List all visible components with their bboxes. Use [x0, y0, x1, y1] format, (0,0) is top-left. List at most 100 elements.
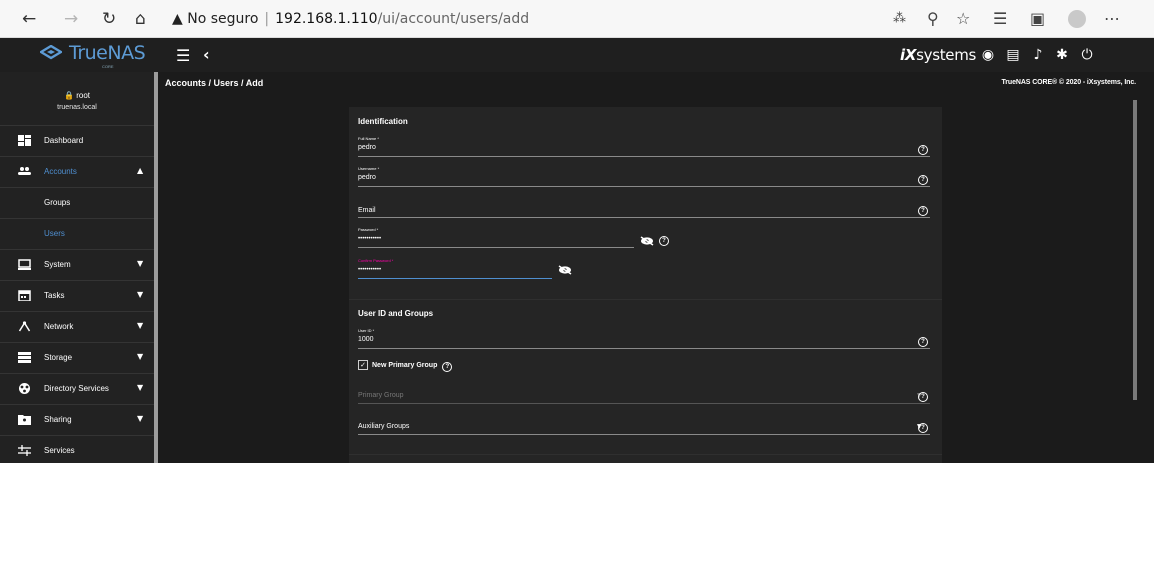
sidebar-item-network[interactable]: Network ▼ [0, 311, 154, 342]
sidebar: 🔒 root truenas.local Dashboard Accounts … [0, 72, 154, 463]
home-icon[interactable]: ⌂ [135, 9, 146, 29]
identification-title: Identification [358, 117, 408, 126]
password-label: Password * [358, 227, 379, 232]
user-name-row: 🔒 root [0, 91, 154, 100]
lock-icon: 🔒 [64, 91, 74, 100]
full-name-field[interactable]: Full Name * pedro [358, 132, 930, 157]
truecommand-icon[interactable]: ◉ [979, 46, 997, 64]
new-primary-group-label: New Primary Group [372, 362, 438, 369]
copyright: TrueNAS CORE® © 2020 - iXsystems, Inc. [1001, 79, 1136, 86]
profile-avatar[interactable] [1068, 10, 1086, 28]
help-icon[interactable]: ? [918, 175, 928, 185]
auxiliary-groups-select[interactable]: Auxiliary Groups ▼ [358, 410, 930, 435]
help-icon[interactable]: ? [918, 423, 928, 433]
sidebar-item-users[interactable]: Users [0, 218, 154, 249]
warning-icon: ▲ [172, 11, 183, 27]
user-form-card: Identification Full Name * pedro ? Usern… [349, 107, 942, 463]
eye-off-icon[interactable] [640, 236, 654, 246]
sidebar-item-label: Dashboard [44, 136, 84, 145]
directory-icon [19, 383, 30, 394]
app-frame: ← → ↻ ⌂ ▲ No seguro | 192.168.1.110/ui/acc… [0, 0, 1154, 463]
full-name-value: pedro [358, 144, 376, 151]
user-id-field[interactable]: User ID * 1000 [358, 324, 930, 349]
logo-subtext: CORE [102, 64, 114, 69]
help-icon[interactable]: ? [918, 206, 928, 216]
sidebar-item-dashboard[interactable]: Dashboard [0, 125, 154, 156]
dashboard-icon [18, 135, 31, 146]
sidebar-item-label: Groups [44, 198, 71, 207]
sidebar-item-accounts[interactable]: Accounts ▲ [0, 156, 154, 187]
address-bar[interactable]: ▲ No seguro | 192.168.1.110/ui/account/use… [172, 9, 529, 29]
sidebar-item-sharing[interactable]: Sharing ▼ [0, 404, 154, 435]
content-scrollbar[interactable] [1133, 100, 1137, 400]
sidebar-item-label: Network [44, 322, 74, 331]
confirm-password-value: ••••••••••• [358, 267, 382, 273]
computer-icon [18, 259, 31, 270]
chevron-down-icon: ▼ [137, 321, 144, 330]
check-icon[interactable]: ✓ [358, 360, 368, 370]
calendar-icon [18, 290, 31, 301]
sidebar-item-label: Storage [44, 353, 73, 362]
collections-icon[interactable]: ▣ [1030, 9, 1045, 29]
menu-toggle-icon[interactable]: ☰ [176, 46, 190, 65]
password-field[interactable]: Password * ••••••••••• [358, 223, 634, 248]
eye-off-icon[interactable] [558, 265, 572, 275]
confirm-password-field[interactable]: Confirm Password * ••••••••••• [358, 254, 552, 279]
truenas-logo[interactable]: TrueNAS CORE [40, 42, 160, 69]
alerts-icon[interactable]: ♪ [1029, 46, 1047, 64]
email-field[interactable]: Email [358, 193, 930, 218]
help-icon[interactable]: ? [442, 362, 453, 372]
sidebar-item-services[interactable]: Services [0, 435, 154, 463]
more-icon[interactable]: ⋯ [1104, 9, 1120, 29]
sidebar-item-system[interactable]: System ▼ [0, 249, 154, 280]
chevron-down-icon: ▼ [137, 290, 144, 299]
app-topbar: TrueNAS CORE ☰ ‹ iXsystems ◉ ▤ ♪ ✱ ⏻ [0, 38, 1154, 72]
task-manager-icon[interactable]: ▤ [1004, 46, 1022, 64]
sidebar-item-label: Accounts [44, 167, 77, 176]
folder-share-icon [18, 415, 31, 425]
chevron-down-icon: ▼ [137, 352, 144, 361]
logo-text: TrueNAS [69, 42, 146, 64]
ix-mark-icon: iX [900, 46, 917, 64]
sidebar-item-tasks[interactable]: Tasks ▼ [0, 280, 154, 311]
power-icon[interactable]: ⏻ [1078, 46, 1096, 64]
chevron-down-icon: ▼ [137, 259, 144, 268]
truenas-logo-icon [40, 45, 62, 60]
security-label: No seguro [187, 11, 259, 27]
password-value: ••••••••••• [358, 236, 382, 242]
network-icon [18, 321, 31, 332]
user-id-value: 1000 [358, 336, 374, 343]
sidebar-item-storage[interactable]: Storage ▼ [0, 342, 154, 373]
sidebar-item-directory-services[interactable]: Directory Services ▼ [0, 373, 154, 404]
favorite-icon[interactable]: ☆ [956, 9, 970, 29]
ixsystems-logo[interactable]: iXsystems [900, 46, 976, 64]
zoom-icon[interactable]: ⚲ [927, 9, 939, 29]
back-icon[interactable]: ← [22, 9, 36, 29]
confirm-password-label: Confirm Password * [358, 258, 394, 263]
help-icon[interactable]: ? [918, 392, 928, 402]
help-icon[interactable]: ? [918, 145, 928, 155]
new-primary-group-checkbox-row[interactable]: ✓ New Primary Group ? [358, 360, 453, 372]
favorites-list-icon[interactable]: ☰ [993, 9, 1007, 29]
refresh-icon[interactable]: ↻ [102, 9, 116, 29]
settings-icon[interactable]: ✱ [1053, 46, 1071, 64]
address-separator: | [264, 11, 270, 27]
vendor-text: systems [916, 46, 977, 64]
browser-toolbar: ← → ↻ ⌂ ▲ No seguro | 192.168.1.110/ui/acc… [0, 0, 1154, 38]
collapse-icon[interactable]: ‹ [203, 45, 210, 64]
username-field[interactable]: Username * pedro [358, 162, 930, 187]
sidebar-item-label: Users [44, 229, 65, 238]
help-icon[interactable]: ? [659, 236, 669, 246]
sidebar-item-label: System [44, 260, 71, 269]
primary-group-select[interactable]: Primary Group ▼ [358, 379, 930, 404]
section-divider [349, 454, 942, 455]
breadcrumb[interactable]: Accounts / Users / Add [165, 78, 263, 88]
forward-icon[interactable]: → [64, 9, 78, 29]
help-icon[interactable]: ? [918, 337, 928, 347]
translate-icon[interactable]: ⁂ [893, 9, 906, 29]
user-id-label: User ID * [358, 328, 375, 333]
main-content: Accounts / Users / Add TrueNAS CORE® © 2… [158, 72, 1154, 463]
sidebar-item-groups[interactable]: Groups [0, 187, 154, 218]
username-label: Username * [358, 166, 380, 171]
auxiliary-groups-label: Auxiliary Groups [358, 423, 410, 430]
